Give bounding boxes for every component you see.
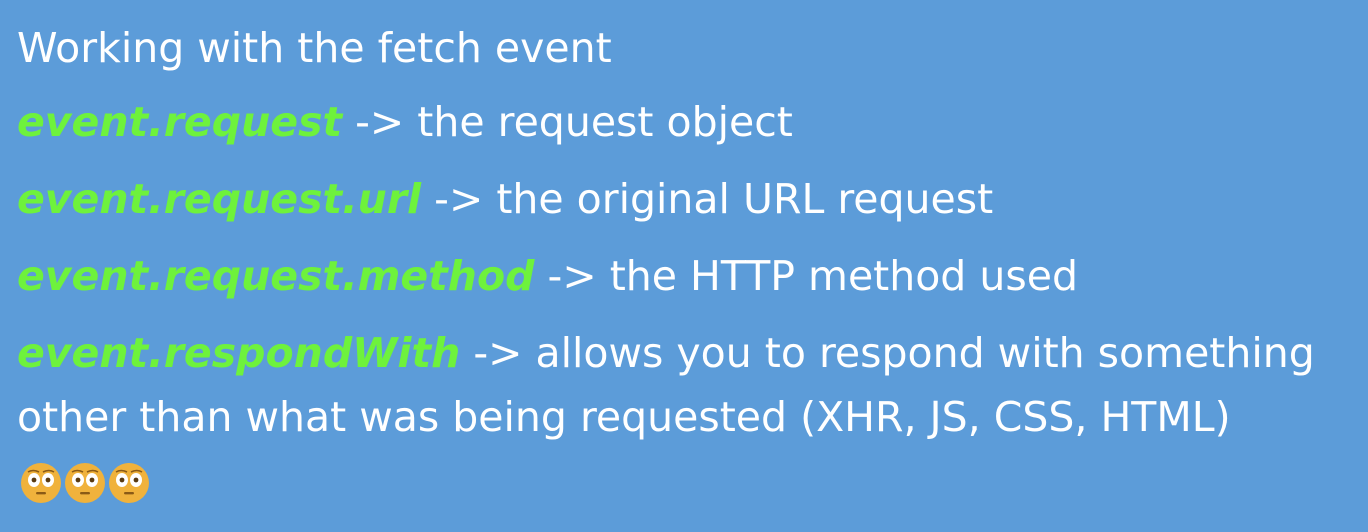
slide: Working with the fetch event event.reque… <box>0 0 1368 532</box>
flushed-face-icon <box>63 459 107 503</box>
code-term: event.request.url <box>17 175 422 223</box>
emoji-group <box>19 446 151 510</box>
code-term: event.request <box>17 98 343 146</box>
bullet-event-respondwith: event.respondWith -> allows you to respo… <box>17 321 1352 516</box>
bullet-event-request: event.request -> the request object <box>17 84 1352 161</box>
description: -> the original URL request <box>434 175 994 223</box>
description: -> the HTTP method used <box>547 252 1078 300</box>
code-term: event.respondWith <box>17 329 461 377</box>
flushed-face-icon <box>107 459 151 503</box>
flushed-face-icon <box>19 459 63 503</box>
bullet-event-request-url: event.request.url -> the original URL re… <box>17 161 1352 238</box>
description: -> the request object <box>355 98 793 146</box>
bullet-event-request-method: event.request.method -> the HTTP method … <box>17 238 1352 315</box>
slide-title: Working with the fetch event <box>17 24 612 72</box>
code-term: event.request.method <box>17 252 535 300</box>
